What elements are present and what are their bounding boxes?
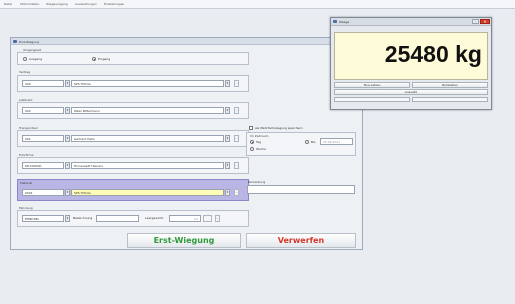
driver-code-dropdown[interactable]: ▾ [65, 162, 70, 169]
discard-button[interactable]: Verwerfen [246, 233, 356, 248]
radio-woche[interactable] [250, 147, 254, 151]
article-label: Material [20, 181, 33, 185]
carrier-edit-button[interactable]: … [234, 135, 239, 142]
vehicle-tare-label: Leergewicht [145, 216, 164, 220]
until-label: Bis [311, 140, 316, 144]
scale-window: Waage – × 25480 kg Tara setzen Nullstell… [330, 17, 492, 110]
menu-bar: Datei Stammdaten Wiegevorgang Auswertung… [0, 0, 515, 9]
movement-group: Ausgang Eingang [17, 52, 249, 65]
contract-code-dropdown[interactable]: ▾ [65, 80, 70, 87]
supplier-code-dropdown[interactable]: ▾ [65, 107, 70, 114]
radio-tag[interactable] [250, 140, 254, 144]
menu-item-auswertungen[interactable]: Auswertungen [75, 2, 97, 6]
app-icon [13, 40, 17, 43]
until-date-field[interactable]: 15.06.2011 [320, 138, 353, 145]
contract-group: 000 ▾ SPS Trifrole ▾ … [17, 75, 249, 92]
period-label: Im Zeitraum [250, 134, 269, 138]
radio-eingang[interactable] [92, 57, 96, 61]
carrier-group: 001 ▾ Gerhard Hahn ▾ … [17, 130, 249, 147]
vehicle-code-dropdown[interactable]: ▾ [65, 215, 70, 222]
menu-item-wiegevorgang[interactable]: Wiegevorgang [46, 2, 68, 6]
radio-eingang-label: Eingang [98, 57, 111, 61]
article-name-dropdown[interactable]: ▾ [225, 189, 230, 196]
weight-value: 25480 kg [384, 41, 482, 67]
scale-title: Waage [339, 20, 350, 24]
scale-title-bar: Waage – × [331, 18, 491, 26]
remark-field[interactable] [247, 185, 355, 194]
carrier-name-field[interactable]: Gerhard Hahn [71, 135, 224, 142]
menu-item-einstellungen[interactable]: Einstellungen [104, 2, 124, 6]
contract-edit-button[interactable]: … [234, 80, 239, 87]
article-edit-button[interactable]: … [234, 189, 239, 196]
radio-bis[interactable] [305, 140, 309, 144]
multi-weigh-checkbox[interactable] [249, 126, 253, 130]
radio-ausgang-label: Ausgang [29, 57, 43, 61]
multi-weigh-label: als Mehrfachwiegung speichern [255, 126, 303, 130]
driver-edit-button[interactable]: … [234, 162, 239, 169]
article-group: Material 0001 ▾ SPS Trifrole ▾ … [17, 179, 249, 201]
vehicle-desc-field[interactable] [96, 215, 139, 222]
window-title-bar: Erst-Wiegung [11, 38, 362, 45]
status-bar-right [412, 97, 488, 102]
driver-name-field[interactable]: Hinnersadt Heiners [71, 162, 224, 169]
period-group: Im Zeitraum Tag Woche Bis 15.06.2011 [246, 132, 356, 156]
vehicle-code-field[interactable]: EHNDSEL [22, 215, 64, 222]
vehicle-tare-field[interactable]: 1,0 [169, 215, 201, 222]
select-button[interactable]: Auswahl [334, 89, 488, 95]
minimize-icon[interactable]: – [472, 19, 479, 24]
carrier-code-field[interactable]: 001 [22, 135, 64, 142]
scale-app-icon [333, 20, 337, 23]
supplier-name-dropdown[interactable]: ▾ [225, 107, 230, 114]
radio-ausgang[interactable] [23, 57, 27, 61]
carrier-name-dropdown[interactable]: ▾ [225, 135, 230, 142]
contract-code-field[interactable]: 000 [22, 80, 64, 87]
status-bar-left [334, 97, 410, 102]
supplier-group: 002 ▾ Peter Bittermann ▾ … [17, 102, 249, 119]
close-icon[interactable]: × [480, 19, 490, 24]
contract-name-dropdown[interactable]: ▾ [225, 80, 230, 87]
vehicle-group: EHNDSEL ▾ Bezeichnung Leergewicht 1,0 … [17, 210, 249, 227]
remark-label: Bemerkung [248, 180, 266, 184]
vehicle-desc-label: Bezeichnung [73, 216, 93, 220]
menu-item-datei[interactable]: Datei [4, 2, 12, 6]
article-name-field[interactable]: SPS Trifrole [71, 189, 224, 196]
contract-name-field[interactable]: SPS Trifrole [71, 80, 224, 87]
contract-label: Vertrag [19, 70, 31, 74]
menu-item-stammdaten[interactable]: Stammdaten [20, 2, 39, 6]
carrier-code-dropdown[interactable]: ▾ [65, 135, 70, 142]
radio-tag-label: Tag [256, 140, 262, 144]
weighing-window: Erst-Wiegung Vorgangsart Ausgang Eingang… [10, 37, 363, 250]
radio-woche-label: Woche [256, 147, 267, 151]
supplier-name-field[interactable]: Peter Bittermann [71, 107, 224, 114]
tare-button[interactable]: Tara setzen [334, 82, 410, 88]
supplier-edit-button[interactable]: … [234, 107, 239, 114]
window-title: Erst-Wiegung [19, 40, 40, 44]
vehicle-extra-field[interactable] [203, 215, 212, 222]
zero-button[interactable]: Nullstellen [412, 82, 488, 88]
vehicle-edit-button[interactable]: … [215, 215, 220, 222]
weight-display: 25480 kg [334, 32, 488, 80]
article-code-dropdown[interactable]: ▾ [65, 189, 70, 196]
supplier-code-field[interactable]: 002 [22, 107, 64, 114]
driver-code-field[interactable]: DP139OSD [22, 162, 64, 169]
driver-group: DP139OSD ▾ Hinnersadt Heiners ▾ … [17, 157, 249, 174]
first-weigh-button[interactable]: Erst-Wiegung [127, 233, 241, 248]
article-code-field[interactable]: 0001 [22, 189, 64, 196]
driver-name-dropdown[interactable]: ▾ [225, 162, 230, 169]
